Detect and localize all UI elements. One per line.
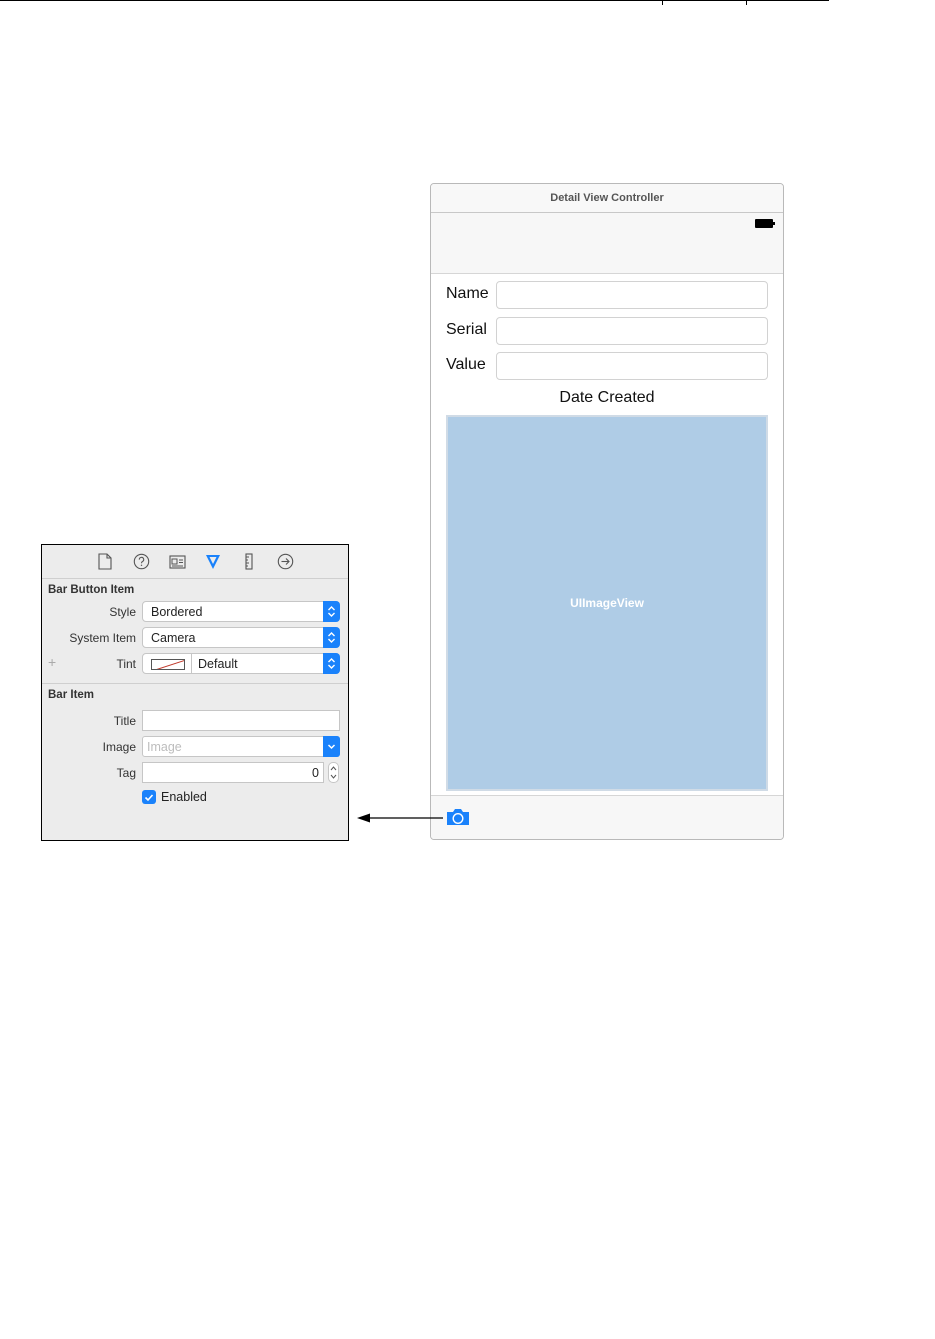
scene-content: Name Serial Value Date Created UIImageVi…: [431, 274, 783, 795]
camera-bar-button[interactable]: [445, 807, 471, 827]
identity-icon: [168, 554, 186, 569]
popup-chevrons-icon: [323, 601, 340, 622]
popup-chevrons-icon: [323, 627, 340, 648]
tag-row: Tag 0: [42, 760, 348, 786]
tab-identity-inspector[interactable]: [167, 552, 187, 572]
scene-title: Detail View Controller: [431, 184, 783, 213]
style-popup[interactable]: Bordered: [142, 601, 340, 622]
image-label: Image: [102, 740, 136, 754]
tab-size-inspector[interactable]: [239, 552, 259, 572]
style-value: Bordered: [151, 605, 203, 619]
serial-field[interactable]: [496, 317, 768, 345]
checkmark-icon: [144, 793, 154, 801]
tab-quick-help[interactable]: [131, 552, 151, 572]
file-icon: [98, 553, 112, 570]
image-combo-box[interactable]: Image: [142, 736, 340, 757]
tab-connections-inspector[interactable]: [275, 552, 295, 572]
tab-attributes-inspector[interactable]: [203, 552, 223, 572]
tint-value: Default: [198, 657, 238, 671]
name-row: Name: [446, 281, 768, 309]
tint-popup[interactable]: Default: [142, 653, 340, 674]
title-label: Title: [113, 714, 136, 728]
bar-button-item-section-title: Bar Button Item: [48, 584, 135, 596]
bar-item-section-title: Bar Item: [48, 689, 95, 701]
system-item-value: Camera: [151, 631, 196, 645]
stepper-arrows-icon: [330, 766, 337, 779]
system-item-row: System Item Camera: [42, 625, 348, 651]
help-icon: [133, 553, 149, 570]
value-label: Value: [446, 356, 486, 373]
tag-label: Tag: [116, 766, 136, 780]
value-row: Value: [446, 352, 768, 380]
serial-label: Serial: [446, 321, 487, 338]
navigation-bar: [431, 213, 783, 274]
enabled-checkbox[interactable]: [142, 790, 156, 804]
tag-field[interactable]: 0: [142, 762, 324, 783]
toolbar: [431, 795, 783, 839]
enabled-label: Enabled: [161, 790, 207, 804]
tint-divider: [191, 654, 192, 673]
chevron-down-icon[interactable]: [323, 736, 340, 757]
tint-label: Tint: [116, 657, 136, 671]
top-rule-tick: [662, 0, 663, 5]
tint-row: + Tint Default: [42, 651, 348, 677]
top-rule: [0, 0, 829, 1]
image-row: Image Image: [42, 734, 348, 760]
title-row: Title: [42, 708, 348, 734]
image-view-label: UIImageView: [570, 596, 644, 610]
tag-value: 0: [312, 766, 319, 780]
tint-color-swatch[interactable]: [151, 659, 185, 670]
tag-stepper[interactable]: [328, 762, 339, 783]
add-variation-button[interactable]: +: [48, 654, 56, 670]
tab-file-inspector[interactable]: [95, 552, 115, 572]
name-label: Name: [446, 285, 489, 302]
top-rule-tick: [746, 0, 747, 5]
date-created-label: Date Created: [559, 389, 655, 406]
battery-icon: [755, 219, 775, 228]
enabled-row: Enabled: [42, 786, 348, 810]
style-label: Style: [109, 605, 136, 619]
attributes-icon: [206, 554, 220, 569]
camera-icon: [447, 809, 469, 825]
serial-row: Serial: [446, 317, 768, 345]
image-placeholder: Image: [147, 740, 182, 754]
attributes-inspector: Bar Button Item Style Bordered System It…: [41, 544, 349, 841]
style-row: Style Bordered: [42, 599, 348, 625]
callout-arrow: [357, 813, 443, 823]
value-field[interactable]: [496, 352, 768, 380]
size-icon: [245, 553, 253, 570]
image-view[interactable]: UIImageView: [446, 415, 768, 791]
system-item-label: System Item: [69, 631, 136, 645]
connections-icon: [277, 553, 293, 570]
popup-chevrons-icon: [323, 653, 340, 674]
name-field[interactable]: [496, 281, 768, 309]
inspector-tab-bar: [42, 545, 348, 579]
system-item-popup[interactable]: Camera: [142, 627, 340, 648]
title-field[interactable]: [142, 710, 340, 731]
detail-view-controller-scene: Detail View Controller Name Serial Value…: [430, 183, 784, 840]
